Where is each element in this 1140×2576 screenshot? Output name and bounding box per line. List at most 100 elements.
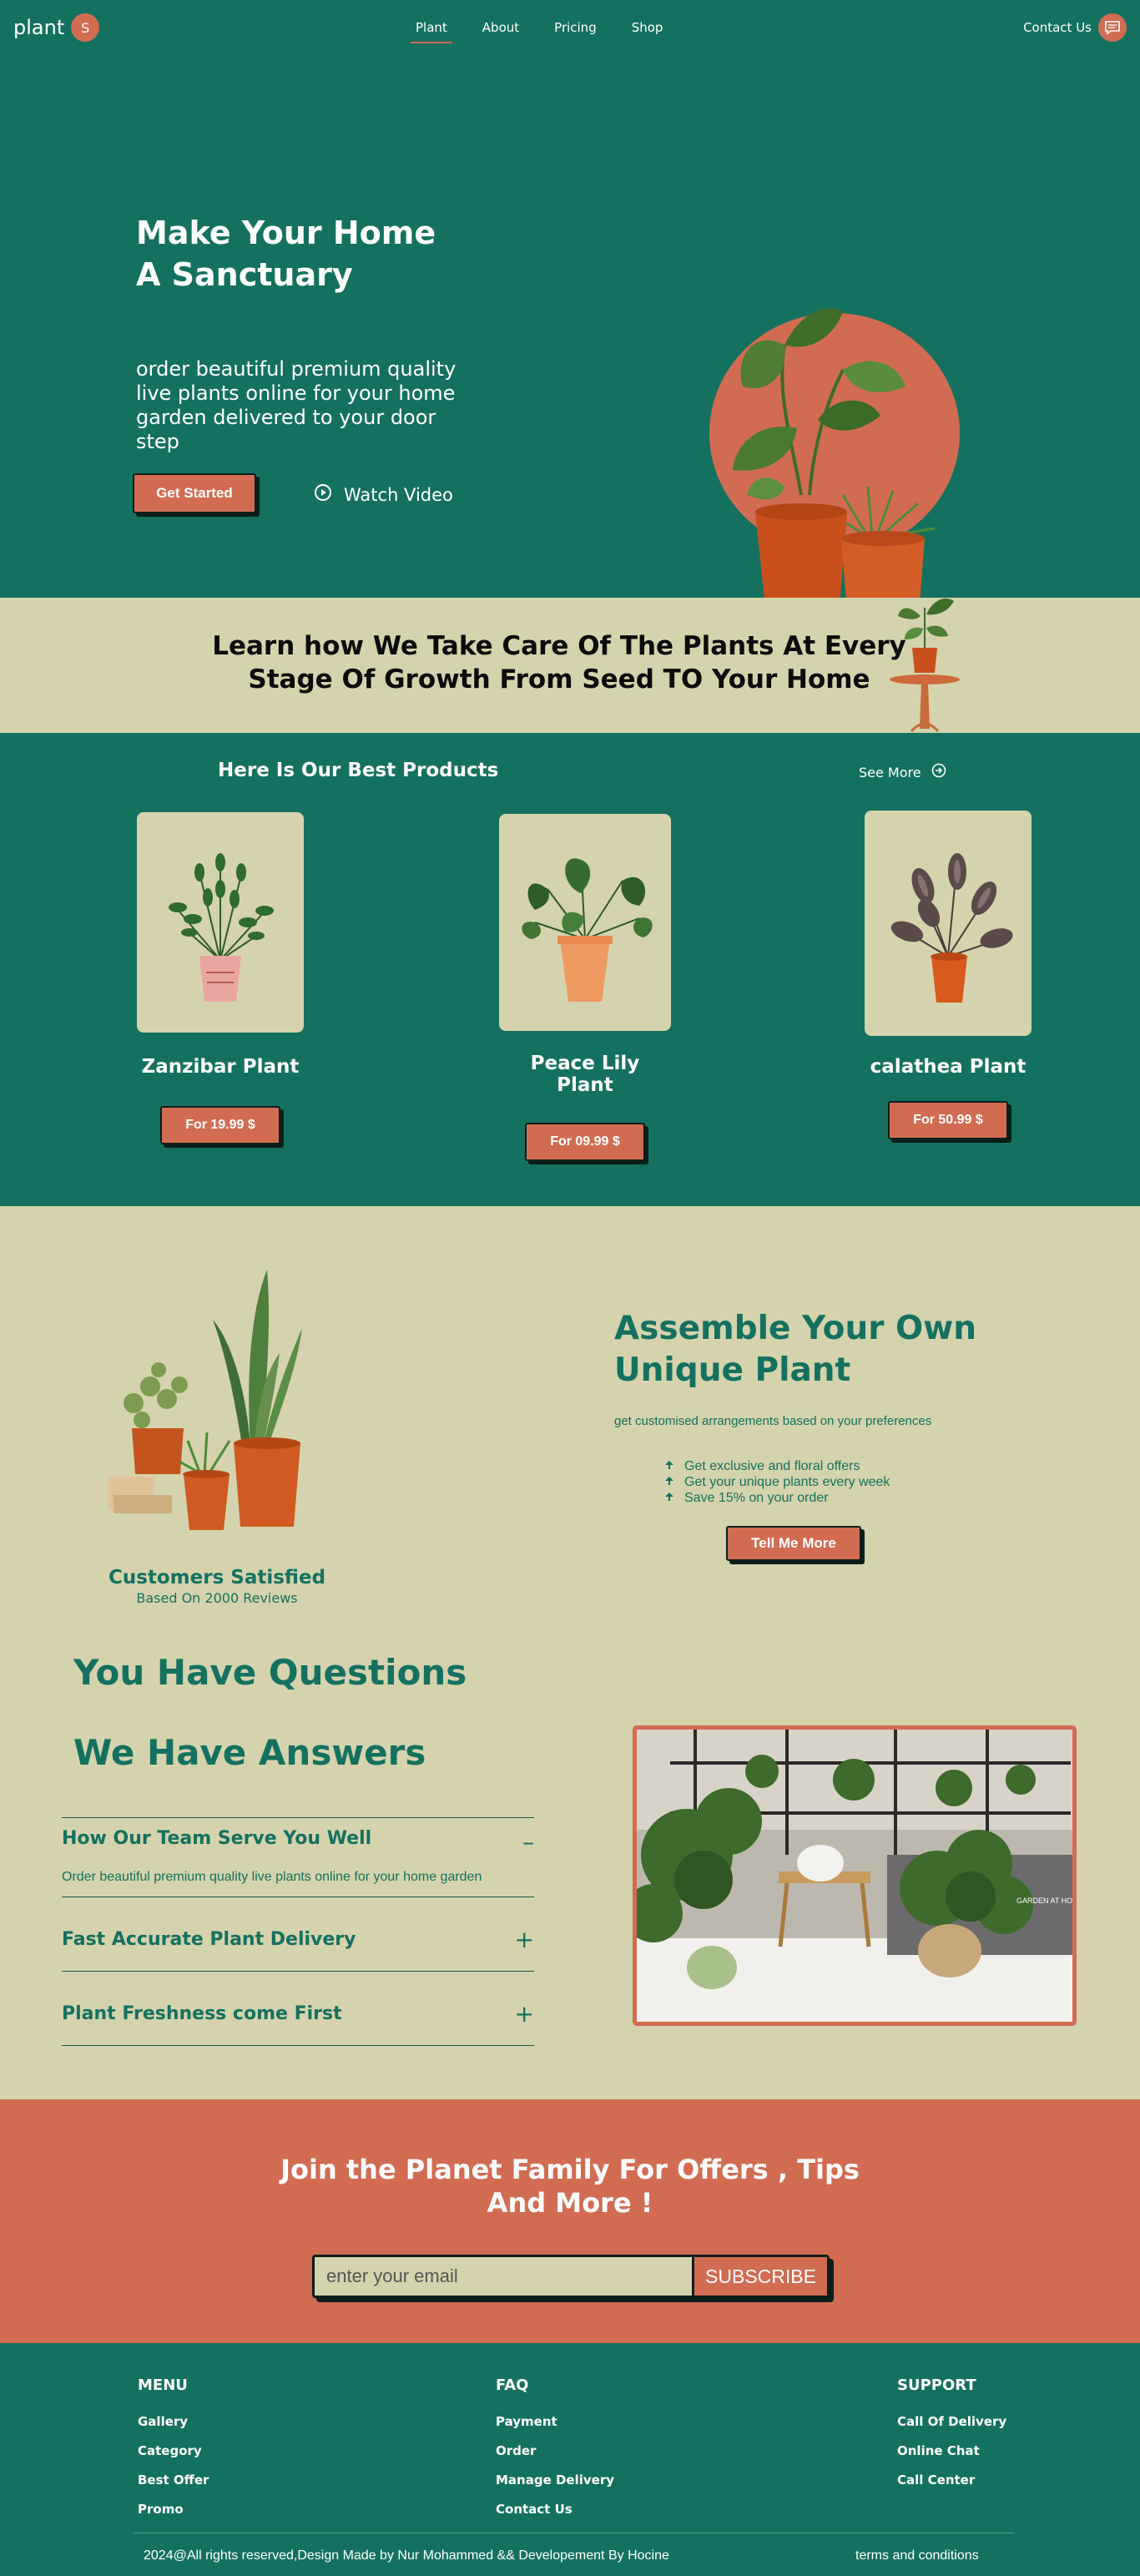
- faq-question-toggle[interactable]: Fast Accurate Plant Delivery +: [62, 1897, 534, 1971]
- newsletter-form: SUBSCRIBE: [312, 2255, 830, 2298]
- top-nav: plant S Plant About Pricing Shop Contact…: [0, 0, 1140, 57]
- footer-column-menu: MENU Gallery Category Best Offer Promo: [138, 2376, 209, 2524]
- leaf-icon: [664, 1474, 674, 1490]
- care-banner-text: Learn how We Take Care Of The Plants At …: [212, 631, 906, 695]
- tell-me-more-button[interactable]: Tell Me More: [726, 1526, 861, 1561]
- newsletter-section: Join the Planet Family For Offers , Tips…: [0, 2099, 1140, 2343]
- footer-link-promo[interactable]: Promo: [138, 2495, 209, 2524]
- footer-link-payment[interactable]: Payment: [496, 2407, 614, 2437]
- product-card[interactable]: calathea Plant For 50.99 $: [865, 811, 1032, 1139]
- small-plant-stand-image: [883, 591, 966, 739]
- terms-link[interactable]: terms and conditions: [855, 2548, 979, 2563]
- care-banner: Learn how We Take Care Of The Plants At …: [0, 598, 1140, 733]
- faq-item: Plant Freshness come First +: [62, 1971, 534, 2046]
- contact-us-button[interactable]: Contact Us: [1023, 13, 1127, 42]
- arrow-right-circle-icon: [931, 763, 946, 781]
- footer-link-order[interactable]: Order: [496, 2437, 614, 2466]
- leaf-icon: [664, 1458, 674, 1474]
- footer-heading: SUPPORT: [897, 2376, 976, 2394]
- footer-link-online-chat[interactable]: Online Chat: [897, 2437, 1006, 2466]
- faq-question: Fast Accurate Plant Delivery: [62, 1928, 356, 1950]
- chat-icon: [1098, 13, 1127, 42]
- satisfied-subtitle: Based On 2000 Reviews: [136, 1590, 298, 1606]
- newsletter-title: Join the Planet Family For Offers , Tips…: [280, 2154, 860, 2219]
- footer-link-contact-us[interactable]: Contact Us: [496, 2495, 614, 2524]
- faq-item: How Our Team Serve You Well – Order beau…: [62, 1817, 534, 1897]
- footer-link-call-center[interactable]: Call Center: [897, 2466, 1006, 2495]
- hero-title-line2: A Sanctuary: [136, 256, 353, 293]
- feature-item: Get your unique plants every week: [664, 1474, 890, 1490]
- feature-list: Get exclusive and floral offers Get your…: [664, 1458, 890, 1506]
- watch-video-button[interactable]: Watch Video: [314, 483, 453, 506]
- faq-question: Plant Freshness come First: [62, 2003, 342, 2024]
- get-started-button[interactable]: Get Started: [133, 473, 256, 513]
- contact-us-label: Contact Us: [1023, 20, 1092, 35]
- hero-title: Make Your Home A Sanctuary: [136, 212, 487, 295]
- feature-text: Save 15% on your order: [684, 1491, 829, 1505]
- photo-caption: GARDEN AT HOME: [1016, 1897, 1072, 1905]
- footer-link-manage-delivery[interactable]: Manage Delivery: [496, 2466, 614, 2495]
- faq-item: Fast Accurate Plant Delivery +: [62, 1897, 534, 1971]
- collapse-icon[interactable]: –: [522, 1828, 534, 1856]
- customers-satisfied: Customers Satisfied Based On 2000 Review…: [50, 1567, 384, 1606]
- product-name: calathea Plant: [870, 1056, 1027, 1078]
- product-price-button[interactable]: For 19.99 $: [160, 1106, 280, 1144]
- subscribe-button[interactable]: SUBSCRIBE: [692, 2257, 827, 2296]
- footer-heading: MENU: [138, 2376, 188, 2394]
- peace-lily-plant-image: [499, 814, 671, 1031]
- nav-link-pricing[interactable]: Pricing: [554, 20, 597, 35]
- faq-question-toggle[interactable]: How Our Team Serve You Well –: [62, 1818, 534, 1860]
- logo-text: plant: [13, 16, 65, 39]
- expand-icon[interactable]: +: [515, 2000, 534, 2028]
- product-name: Peace Lily Plant: [530, 1053, 640, 1096]
- footer: MENU Gallery Category Best Offer Promo F…: [0, 2343, 1140, 2576]
- products-title: Here Is Our Best Products: [218, 760, 499, 781]
- faq-title-questions: You Have Questions: [73, 1652, 467, 1693]
- play-circle-icon: [314, 483, 332, 506]
- product-name: Zanzibar Plant: [141, 1056, 300, 1078]
- product-price-button[interactable]: For 09.99 $: [525, 1123, 645, 1161]
- footer-heading: FAQ: [496, 2376, 529, 2394]
- feature-text: Get exclusive and floral offers: [684, 1459, 860, 1473]
- logo-badge: S: [71, 13, 100, 42]
- plants-room-photo: GARDEN AT HOME: [633, 1725, 1077, 2026]
- faq-list: How Our Team Serve You Well – Order beau…: [62, 1817, 534, 2046]
- product-card[interactable]: Zanzibar Plant For 19.99 $: [137, 812, 304, 1144]
- email-input[interactable]: [315, 2257, 692, 2296]
- plant-arrangement-image: [82, 1261, 334, 1541]
- faq-section: You Have Questions We Have Answers How O…: [0, 1640, 1140, 2099]
- footer-column-faq: FAQ Payment Order Manage Delivery Contac…: [496, 2376, 614, 2524]
- logo[interactable]: plant S: [13, 13, 100, 42]
- feature-text: Get your unique plants every week: [684, 1475, 890, 1489]
- see-more-link[interactable]: See More: [859, 763, 946, 781]
- footer-link-category[interactable]: Category: [138, 2437, 209, 2466]
- nav-link-plant[interactable]: Plant: [411, 20, 452, 43]
- faq-question-toggle[interactable]: Plant Freshness come First +: [62, 1972, 534, 2045]
- assemble-description: get customised arrangements based on you…: [614, 1414, 932, 1428]
- footer-column-support: SUPPORT Call Of Delivery Online Chat Cal…: [897, 2376, 1006, 2495]
- expand-icon[interactable]: +: [515, 1926, 534, 1953]
- product-card[interactable]: Peace Lily Plant For 09.99 $: [499, 814, 671, 1161]
- footer-link-call-of-delivery[interactable]: Call Of Delivery: [897, 2407, 1006, 2437]
- faq-title-answers: We Have Answers: [73, 1732, 426, 1773]
- assemble-title: Assemble Your Own Unique Plant: [614, 1310, 976, 1389]
- product-price-button[interactable]: For 50.99 $: [888, 1101, 1008, 1139]
- hero-title-line1: Make Your Home: [136, 215, 436, 251]
- footer-link-best-offer[interactable]: Best Offer: [138, 2466, 209, 2495]
- footer-link-gallery[interactable]: Gallery: [138, 2407, 209, 2437]
- watch-video-label: Watch Video: [344, 484, 453, 505]
- hero-section: Make Your Home A Sanctuary order beautif…: [0, 57, 1140, 624]
- hero-subtitle: order beautiful premium quality live pla…: [136, 357, 457, 453]
- feature-item: Get exclusive and floral offers: [664, 1458, 890, 1474]
- faq-answer: Order beautiful premium quality live pla…: [62, 1870, 482, 1884]
- faq-question: How Our Team Serve You Well: [62, 1828, 372, 1849]
- nav-link-shop[interactable]: Shop: [632, 20, 663, 35]
- calathea-plant-image: [865, 811, 1032, 1036]
- feature-item: Save 15% on your order: [664, 1490, 890, 1506]
- products-section: Here Is Our Best Products See More Zanzi…: [0, 733, 1140, 1206]
- copyright-text: 2024@All rights reserved,Design Made by …: [144, 2548, 669, 2563]
- nav-link-about[interactable]: About: [482, 20, 519, 35]
- nav-links: Plant About Pricing Shop: [411, 20, 698, 43]
- see-more-label: See More: [859, 764, 921, 780]
- assemble-section: Customers Satisfied Based On 2000 Review…: [0, 1206, 1140, 1640]
